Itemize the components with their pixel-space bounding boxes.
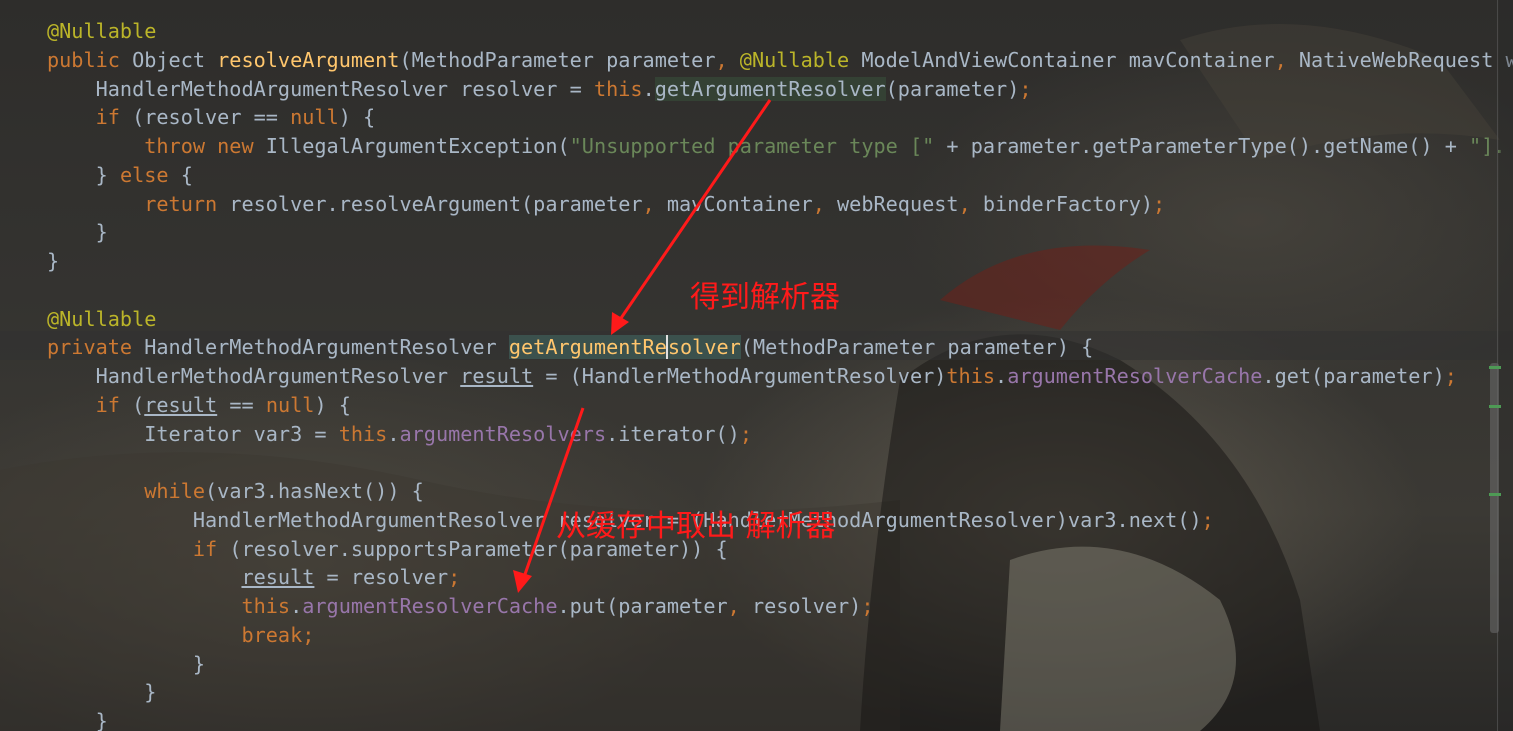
code-editor[interactable]: @Nullable public Object resolveArgument(M…: [0, 0, 1513, 731]
annotation-get-resolver: 得到解析器: [690, 280, 840, 315]
annotation-cache-resolver: 从缓存中取出 解析器: [556, 509, 836, 544]
annotation-arrows: [513, 99, 772, 593]
